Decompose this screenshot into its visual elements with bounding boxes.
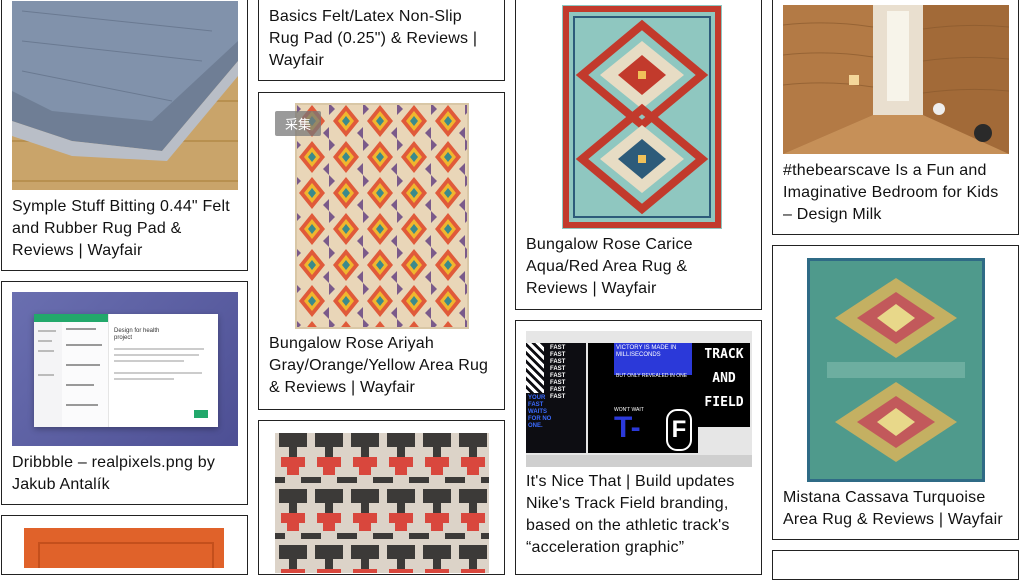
app-window: Design for health project bbox=[34, 314, 218, 427]
carice-rug-image[interactable] bbox=[562, 5, 722, 229]
pin-card-cassava-rug[interactable]: Mistana Cassava Turquoise Area Rug & Rev… bbox=[772, 245, 1019, 540]
rug-pad-image[interactable] bbox=[12, 1, 238, 190]
poster-victory-box: VICTORY IS MADE IN MILLISECONDS bbox=[614, 343, 692, 375]
poster-middle: VICTORY IS MADE IN MILLISECONDS BUT ONLY… bbox=[588, 343, 698, 453]
pin-card-felt-latex-pad[interactable]: Basics Felt/Latex Non-Slip Rug Pad (0.25… bbox=[258, 0, 505, 81]
collect-tag[interactable]: 采集 bbox=[275, 111, 322, 136]
orange-rug-image[interactable] bbox=[24, 528, 224, 568]
pin-card-ariyah-rug[interactable]: 采集 Bungalow Rose Ariyah Gray/Orange/Yell… bbox=[258, 92, 505, 410]
app-detail-heading: Design for health project bbox=[114, 328, 160, 341]
pin-caption[interactable]: Symple Stuff Bitting 0.44" Felt and Rubb… bbox=[12, 196, 238, 262]
app-list bbox=[62, 314, 109, 427]
poster-left: FAST FAST FAST FAST FAST FAST FAST FAST … bbox=[526, 343, 586, 453]
pin-card-nike-track-field[interactable]: FAST FAST FAST FAST FAST FAST FAST FAST … bbox=[515, 320, 762, 575]
app-sidebar bbox=[34, 314, 62, 427]
app-green-button bbox=[194, 410, 208, 418]
pin-card-rug-pad[interactable]: Symple Stuff Bitting 0.44" Felt and Rubb… bbox=[1, 0, 248, 271]
pin-card-carice-rug[interactable]: Bungalow Rose Carice Aqua/Red Area Rug &… bbox=[515, 0, 762, 310]
pin-caption[interactable]: It's Nice That | Build updates Nike's Tr… bbox=[526, 471, 752, 559]
geometric-rug-image[interactable] bbox=[275, 433, 489, 573]
bedroom-image[interactable] bbox=[783, 5, 1009, 154]
pin-caption[interactable]: Bungalow Rose Ariyah Gray/Orange/Yellow … bbox=[269, 333, 495, 399]
pin-caption[interactable]: Dribbble – realpixels.png by Jakub Antal… bbox=[12, 452, 238, 496]
pin-caption[interactable]: Basics Felt/Latex Non-Slip Rug Pad (0.25… bbox=[269, 6, 495, 72]
pin-caption[interactable]: Mistana Cassava Turquoise Area Rug & Rev… bbox=[783, 487, 1011, 531]
pin-card-dribbble[interactable]: Design for health project Dribbble – rea… bbox=[1, 281, 248, 505]
pin-card-next[interactable] bbox=[772, 550, 1019, 580]
pin-caption[interactable]: #thebearscave Is a Fun and Imaginative B… bbox=[783, 160, 1011, 226]
pin-card-orange-rug[interactable] bbox=[1, 515, 248, 575]
pin-card-geometric-rug[interactable] bbox=[258, 420, 505, 575]
cassava-rug-image[interactable] bbox=[807, 258, 985, 482]
ariyah-rug-image[interactable] bbox=[295, 103, 469, 329]
dribbble-screenshot-image[interactable]: Design for health project bbox=[12, 292, 238, 446]
nike-branding-image[interactable]: FAST FAST FAST FAST FAST FAST FAST FAST … bbox=[526, 331, 752, 467]
pin-card-bears-cave[interactable]: #thebearscave Is a Fun and Imaginative B… bbox=[772, 0, 1019, 235]
pin-caption[interactable]: Bungalow Rose Carice Aqua/Red Area Rug &… bbox=[526, 234, 752, 300]
poster-right: TRACK AND FIELD bbox=[698, 343, 750, 427]
